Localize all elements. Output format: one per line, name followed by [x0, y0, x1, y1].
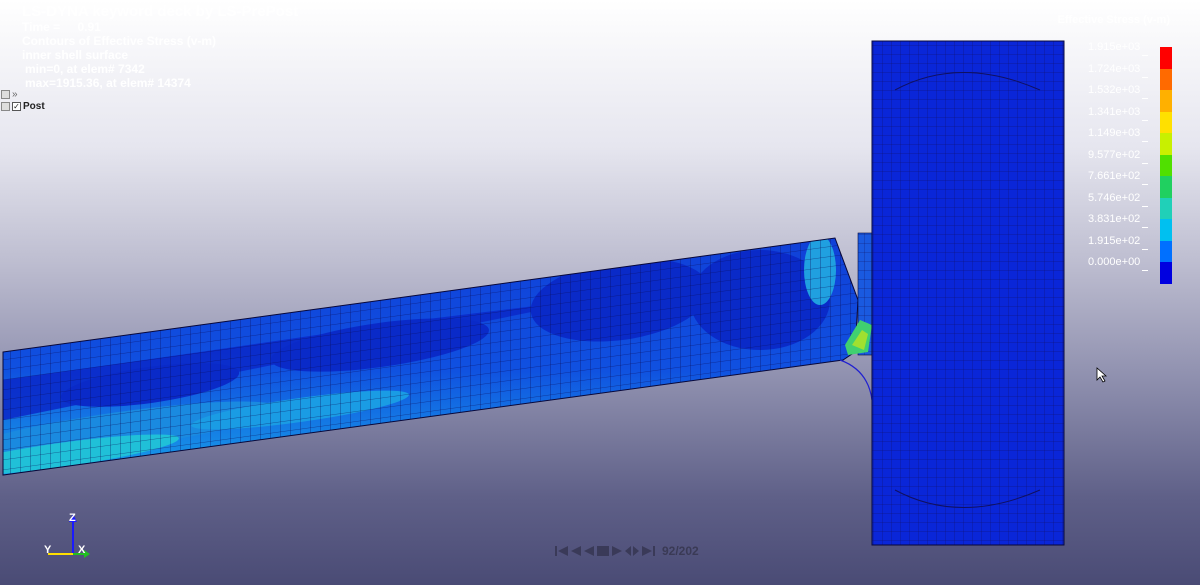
- y-axis-label: Y: [44, 544, 52, 556]
- legend-label: 9.577e+02: [1088, 149, 1149, 171]
- legend-swatch: [1160, 47, 1172, 69]
- expand-icon[interactable]: [1, 101, 10, 111]
- frame-counter: 92/202: [662, 544, 699, 558]
- legend-swatch: [1160, 240, 1172, 262]
- x-axis-label: X: [78, 544, 86, 556]
- legend-label: 3.831e+02: [1088, 213, 1149, 235]
- legend-color-bar: [1160, 47, 1172, 284]
- legend-label: 1.915e+03: [1088, 41, 1149, 63]
- z-axis-label: Z: [69, 512, 76, 524]
- post-label: Post: [23, 100, 45, 112]
- legend-swatch: [1160, 154, 1172, 176]
- legend-label: 5.746e+02: [1088, 192, 1149, 214]
- deck-title: LS-DYNA keyword deck by LS-PrePost: [22, 3, 299, 20]
- legend-swatch: [1160, 133, 1172, 155]
- tree-row-collapse[interactable]: »: [1, 88, 45, 100]
- min-readout: min=0, at elem# 7342: [25, 62, 145, 76]
- beam-part[interactable]: [0, 81, 870, 585]
- expand-arrows-icon[interactable]: »: [12, 89, 18, 100]
- play-icon[interactable]: [611, 545, 623, 557]
- max-readout: max=1915.36, at elem# 14374: [25, 76, 191, 90]
- contour-label: Contours of Effective Stress (v-m): [22, 34, 217, 48]
- legend-swatch: [1160, 197, 1172, 219]
- step-back-icon[interactable]: [570, 545, 582, 557]
- time-value: 0.91: [77, 20, 101, 34]
- time-label: Time =: [22, 20, 61, 34]
- legend-swatch: [1160, 176, 1172, 198]
- legend-label: 1.532e+03: [1088, 84, 1149, 106]
- plate-part[interactable]: [871, 40, 1065, 546]
- legend-label: 1.724e+03: [1088, 63, 1149, 85]
- animation-player: 92/202: [555, 544, 699, 558]
- tree-item-post[interactable]: ✓ Post: [1, 100, 45, 112]
- legend-swatch: [1160, 262, 1172, 284]
- legend-swatch: [1160, 219, 1172, 241]
- last-frame-icon[interactable]: [641, 545, 655, 557]
- model-tree: » ✓ Post: [1, 88, 45, 112]
- toggle-step-icon[interactable]: [624, 545, 640, 557]
- legend-label: 1.341e+03: [1088, 106, 1149, 128]
- legend-swatch: [1160, 90, 1172, 112]
- post-checkbox[interactable]: ✓: [12, 101, 21, 111]
- legend-label: 1.149e+03: [1088, 127, 1149, 149]
- collapse-icon[interactable]: [1, 89, 10, 99]
- legend-labels: 1.915e+03 1.724e+03 1.532e+03 1.341e+03 …: [1088, 41, 1149, 278]
- legend-label: 7.661e+02: [1088, 170, 1149, 192]
- play-reverse-icon[interactable]: [583, 545, 595, 557]
- legend-swatch: [1160, 111, 1172, 133]
- legend-swatch: [1160, 68, 1172, 90]
- legend-label: 1.915e+02: [1088, 235, 1149, 257]
- stop-icon[interactable]: [596, 545, 610, 557]
- legend-label: 0.000e+00: [1088, 256, 1149, 278]
- mouse-cursor-icon: [1096, 367, 1108, 383]
- surface-label: inner shell surface: [22, 48, 129, 62]
- time-readout: Time = 0.91: [22, 20, 101, 34]
- legend-title: Effective Stress (v-m): [1057, 14, 1171, 26]
- first-frame-icon[interactable]: [555, 545, 569, 557]
- axis-triad: Z Y X: [40, 512, 100, 560]
